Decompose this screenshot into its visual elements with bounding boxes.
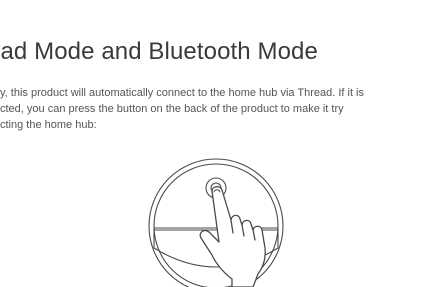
paragraph-line-2: cted, you can press the button on the ba… xyxy=(0,103,344,115)
paragraph-line-1: y, this product will automatically conne… xyxy=(0,87,364,99)
hand-pointer-icon xyxy=(199,186,266,287)
press-button-illustration xyxy=(148,158,284,287)
section-paragraph: y, this product will automatically conne… xyxy=(0,85,364,133)
section-heading: ead Mode and Bluetooth Mode xyxy=(0,38,318,65)
page: ead Mode and Bluetooth Mode y, this prod… xyxy=(0,0,436,287)
paragraph-line-3: cting the home hub: xyxy=(0,119,97,131)
